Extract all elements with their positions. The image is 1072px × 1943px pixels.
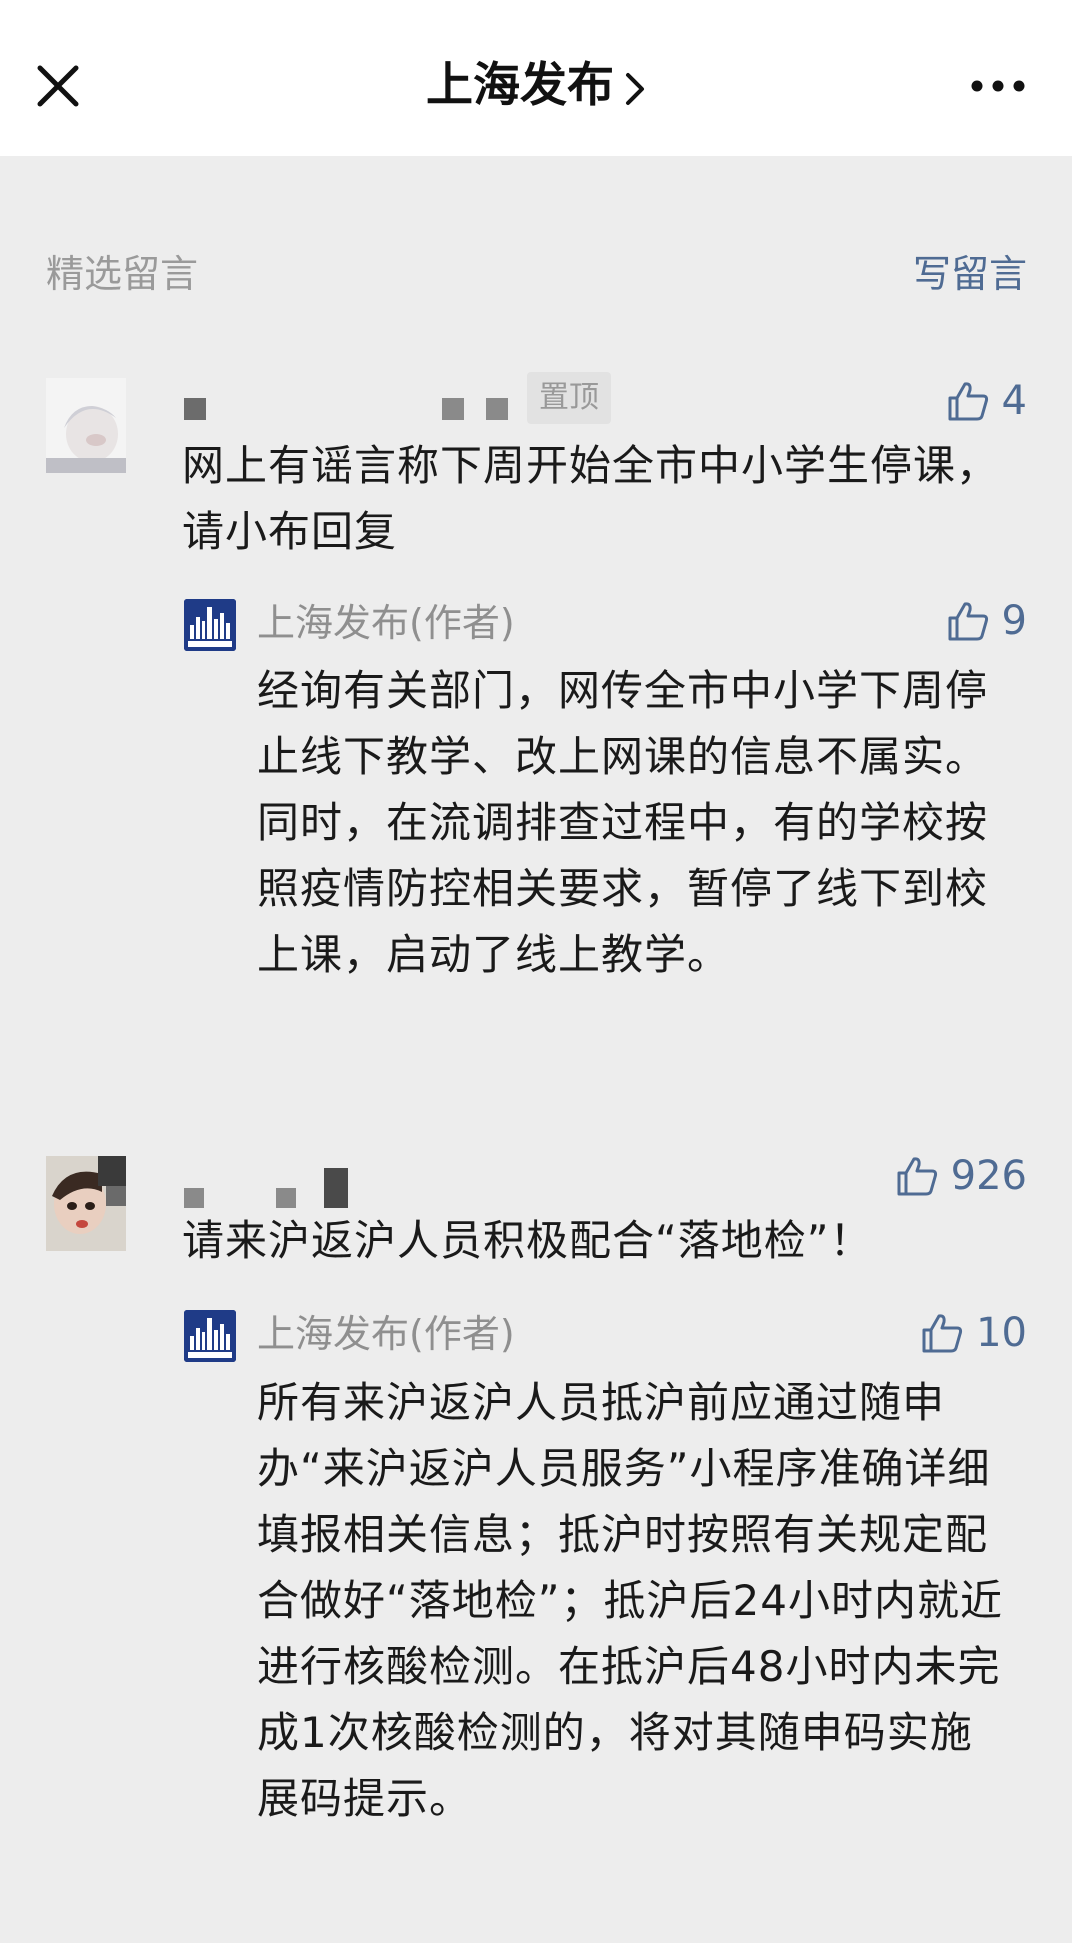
avatar[interactable] bbox=[46, 378, 126, 473]
avatar-image bbox=[46, 1156, 126, 1251]
thumbs-up-icon bbox=[948, 602, 988, 641]
like-button[interactable]: 9 bbox=[946, 596, 1027, 646]
pinned-badge: 置顶 bbox=[527, 372, 611, 424]
like-button[interactable]: 10 bbox=[920, 1308, 1027, 1358]
section-title: 精选留言 bbox=[46, 252, 199, 296]
thumbs-up-icon bbox=[897, 1157, 937, 1196]
comment-text: 网上有谣言称下周开始全市中小学生停课，请小布回复 bbox=[182, 441, 1000, 556]
chevron-right-icon bbox=[626, 72, 644, 105]
avatar-image bbox=[46, 378, 126, 473]
commenter-name-redacted bbox=[184, 1168, 444, 1208]
page-title: 上海发布 bbox=[426, 58, 614, 113]
like-count: 9 bbox=[1001, 598, 1027, 644]
thumbs-up-icon bbox=[922, 1314, 963, 1353]
write-comment-button[interactable]: 写留言 bbox=[913, 248, 1027, 300]
like-button[interactable]: 926 bbox=[895, 1151, 1027, 1201]
avatar[interactable] bbox=[46, 1156, 126, 1251]
like-button[interactable]: 4 bbox=[946, 376, 1027, 426]
author-logo bbox=[184, 599, 236, 651]
commenter-name-redacted bbox=[184, 394, 508, 430]
account-title-link[interactable]: 上海发布 bbox=[0, 56, 1072, 116]
author-logo bbox=[184, 1310, 236, 1362]
reply-text: 所有来沪返沪人员抵沪前应通过随申办“来沪返沪人员服务”小程序准确详细填报相关信息… bbox=[257, 1378, 1003, 1823]
skyline-icon bbox=[184, 599, 236, 651]
reply-text: 经询有关部门，网传全市中小学下周停止线下教学、改上网课的信息不属实。同时，在流调… bbox=[257, 666, 989, 979]
reply-author: 上海发布(作者) bbox=[257, 1312, 515, 1356]
more-icon[interactable] bbox=[970, 76, 1026, 96]
comment-text: 请来沪返沪人员积极配合“落地检”！ bbox=[182, 1216, 873, 1265]
reply-author: 上海发布(作者) bbox=[257, 601, 515, 645]
like-count: 10 bbox=[976, 1310, 1027, 1356]
navbar: 上海发布 bbox=[0, 0, 1072, 156]
like-count: 4 bbox=[1001, 378, 1027, 424]
skyline-icon bbox=[184, 1310, 236, 1362]
like-count: 926 bbox=[950, 1153, 1027, 1199]
thumbs-up-icon bbox=[948, 382, 988, 421]
